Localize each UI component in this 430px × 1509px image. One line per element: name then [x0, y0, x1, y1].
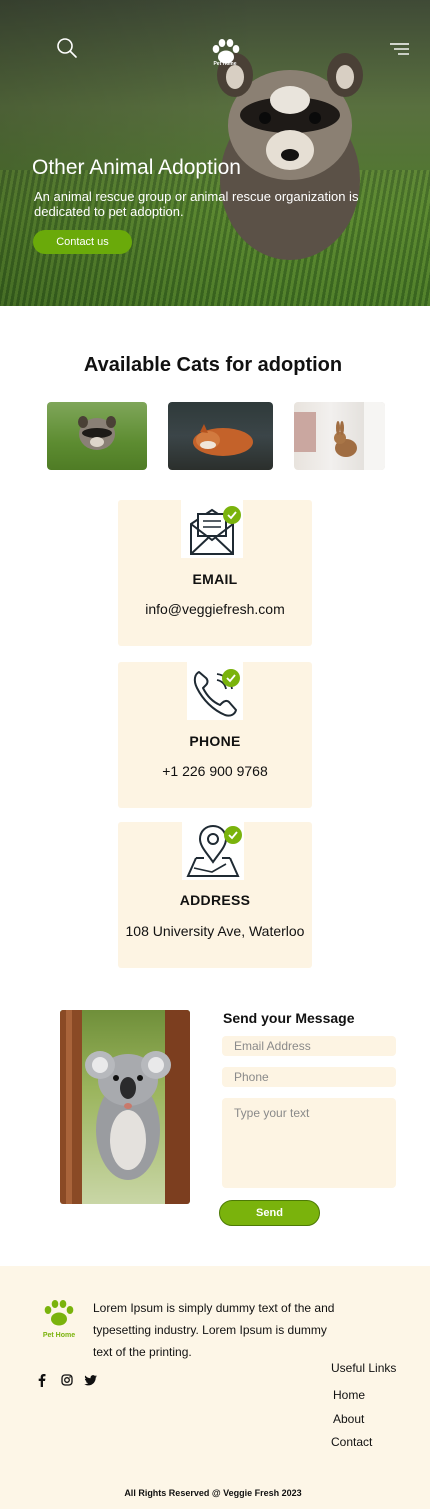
phone-icon-box — [187, 662, 243, 720]
card-label-address: ADDRESS — [179, 892, 251, 908]
twitter-icon[interactable] — [84, 1373, 98, 1387]
card-label-email: EMAIL — [192, 571, 238, 587]
card-value-address[interactable]: 108 University Ave, Waterloo — [118, 923, 312, 939]
send-button[interactable]: Send — [219, 1200, 320, 1226]
rabbit-thumbnail-art — [294, 402, 385, 470]
hamburger-menu-icon[interactable] — [388, 41, 410, 57]
rabbit-thumbnail[interactable] — [294, 402, 385, 470]
footer-description: Lorem Ipsum is simply dummy text of the … — [93, 1301, 335, 1359]
card-value-phone[interactable]: +1 226 900 9768 — [118, 763, 312, 779]
koala-image — [60, 1010, 190, 1204]
footer-link-about[interactable]: About — [333, 1412, 364, 1426]
hero-banner: Pet Home Other Animal Adoption An animal… — [0, 0, 430, 306]
raccoon-thumbnail[interactable] — [47, 402, 147, 470]
facebook-icon[interactable] — [35, 1373, 49, 1387]
copyright-text: All Rights Reserved @ Veggie Fresh 2023 — [124, 1488, 302, 1498]
useful-links-title: Useful Links — [331, 1361, 397, 1375]
raccoon-thumbnail-art — [78, 416, 116, 450]
address-card: ADDRESS 108 University Ave, Waterloo — [118, 822, 312, 968]
section-title: Available Cats for adoption — [83, 354, 343, 376]
phone-icon — [193, 669, 240, 717]
koala-art — [60, 1010, 190, 1204]
fox-thumbnail-art — [193, 424, 253, 456]
hero-subtitle: An animal rescue group or animal rescue … — [34, 189, 359, 219]
search-icon[interactable] — [56, 37, 78, 59]
message-form-title: Send your Message — [223, 1010, 355, 1026]
map-pin-icon — [186, 824, 242, 877]
logo-text: Pet Home — [213, 61, 237, 67]
envelope-icon — [190, 506, 241, 555]
email-icon-box — [181, 500, 243, 558]
instagram-icon[interactable] — [60, 1373, 74, 1387]
fox-thumbnail[interactable] — [168, 402, 273, 470]
contact-us-button[interactable]: Contact us — [33, 230, 132, 254]
phone-field[interactable] — [222, 1067, 396, 1087]
card-value-email[interactable]: info@veggiefresh.com — [118, 601, 312, 617]
footer-logo-text: Pet Home — [43, 1332, 75, 1339]
email-field[interactable] — [222, 1036, 396, 1056]
message-textarea[interactable] — [222, 1098, 396, 1188]
hero-title: Other Animal Adoption — [32, 156, 241, 179]
card-label-phone: PHONE — [189, 733, 241, 749]
footer-link-home[interactable]: Home — [333, 1388, 365, 1402]
phone-card: PHONE +1 226 900 9768 — [118, 662, 312, 808]
email-card: EMAIL info@veggiefresh.com — [118, 500, 312, 646]
footer-link-contact[interactable]: Contact — [331, 1435, 372, 1449]
address-icon-box — [182, 822, 244, 880]
pet-home-footer-logo-icon[interactable]: Pet Home — [38, 1299, 80, 1341]
